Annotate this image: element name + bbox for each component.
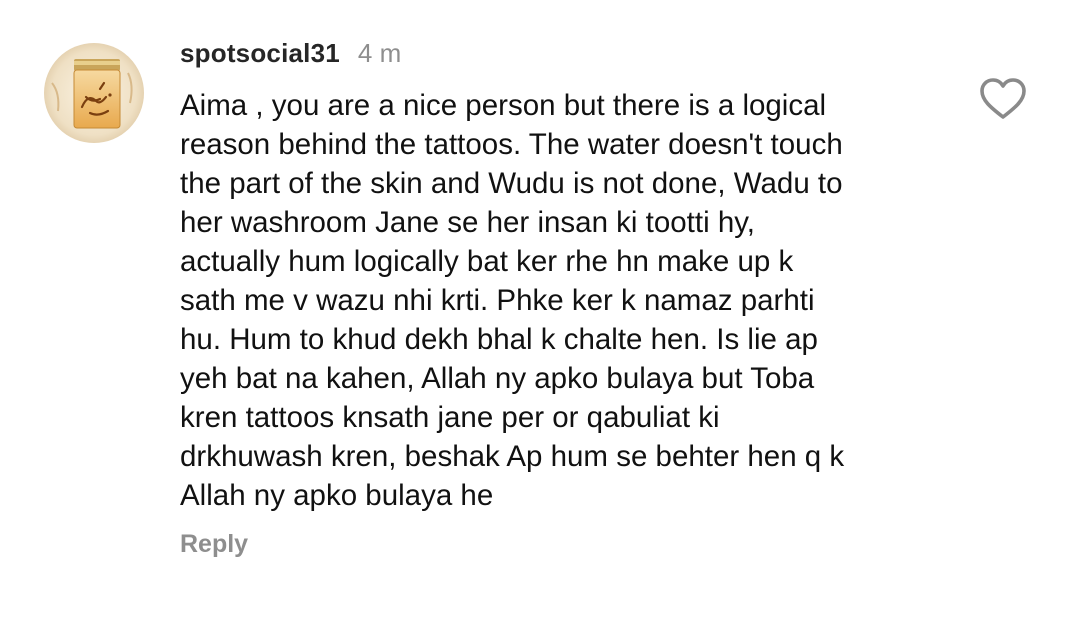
reply-button[interactable]: Reply [180,530,248,559]
timestamp: 4 m [357,37,402,68]
avatar-image [44,43,144,143]
heart-outline-icon [980,78,1026,119]
comment-text: Aima , you are a nice person but there i… [180,89,845,512]
comment: spotsocial31 4 m Aima , you are a nice p… [0,0,1080,617]
username[interactable]: spotsocial31 [180,38,340,69]
comment-header: spotsocial31 4 m [180,36,401,70]
like-button[interactable] [978,76,1028,122]
avatar[interactable] [44,43,144,143]
